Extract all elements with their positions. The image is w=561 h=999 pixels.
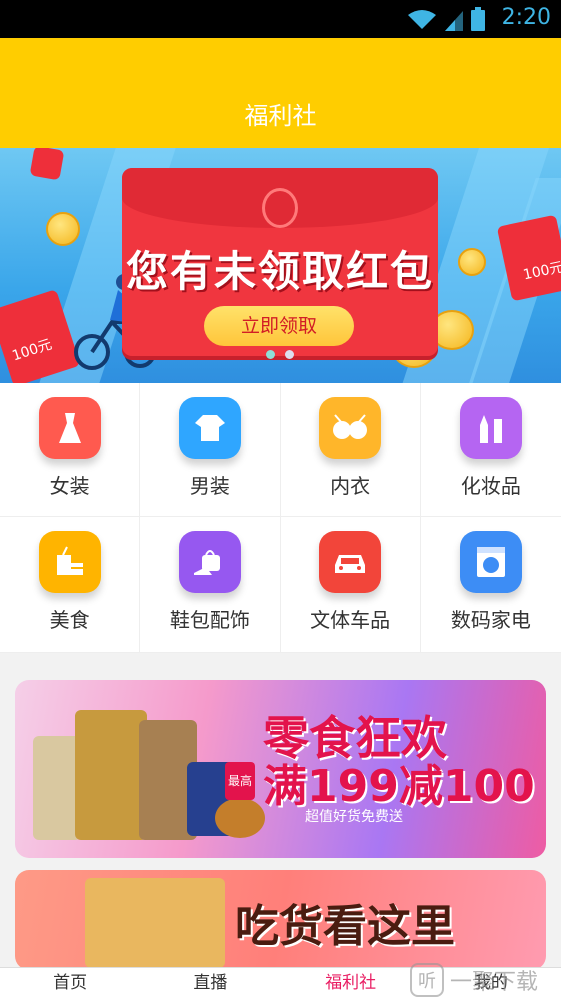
promo-badge: 最高: [225, 762, 255, 800]
car-icon: [319, 531, 382, 593]
fingerprint-icon: [262, 188, 298, 228]
top-mini-envelope: [29, 148, 65, 181]
category-men[interactable]: 男装: [140, 383, 281, 517]
category-food[interactable]: 美食: [0, 517, 141, 653]
watermark-logo-icon: 听: [410, 962, 444, 997]
page-title: 福利社: [244, 102, 317, 130]
product-bottle: [33, 736, 81, 840]
promo-deal: 满199减100: [263, 761, 535, 812]
header: 福利社: [0, 38, 561, 148]
product-boxes: [85, 878, 225, 968]
category-shoes-bags[interactable]: 鞋包配饰: [140, 517, 281, 653]
left-envelope-text: 100元: [10, 336, 54, 365]
status-time: 2:20: [501, 5, 551, 30]
promo-subtitle: 超值好货免费送: [305, 809, 403, 825]
tab-welfare[interactable]: 福利社: [281, 968, 421, 999]
tab-live[interactable]: 直播: [140, 968, 280, 999]
category-digital[interactable]: 数码家电: [420, 517, 561, 653]
product-bag: [75, 710, 147, 840]
bra-icon: [319, 397, 382, 459]
category-label: 化妆品: [460, 474, 521, 498]
category-label: 男装: [189, 474, 230, 498]
shoe-bag-icon: [178, 531, 241, 593]
claim-now-button[interactable]: 立即领取: [204, 306, 354, 346]
carousel-dot: [266, 350, 275, 359]
red-envelope: 您有未领取红包 立即领取: [122, 168, 438, 356]
category-label: 内衣: [330, 474, 371, 498]
category-label: 美食: [49, 608, 90, 632]
category-women[interactable]: 女装: [0, 383, 141, 517]
signal-icon: [445, 11, 463, 31]
washer-icon: [459, 531, 522, 593]
category-label: 文体车品: [310, 608, 391, 632]
watermark: 听 一聚下载: [404, 960, 561, 999]
category-label: 数码家电: [450, 608, 531, 632]
carousel-dot-active: [285, 350, 294, 359]
dress-icon: [38, 397, 101, 459]
foodie-banner[interactable]: 吃货看这里: [15, 870, 546, 970]
category-grid: 女装 男装 内衣 化妆品 美食 鞋包配饰 文体车品 数码家电: [0, 383, 561, 653]
snack-carnival-banner[interactable]: 零食狂欢 最高 满199减100 超值好货免费送: [15, 680, 546, 858]
category-label: 鞋包配饰: [169, 608, 250, 632]
cosmetics-icon: [459, 397, 522, 459]
right-envelope-text: 100元: [521, 259, 561, 284]
category-underwear[interactable]: 内衣: [280, 383, 421, 517]
shirt-icon: [178, 397, 241, 459]
carousel-indicator: [266, 350, 294, 359]
status-bar: 2:20: [0, 0, 561, 38]
category-label: 女装: [49, 474, 90, 498]
product-snack: [215, 798, 265, 838]
category-sports-auto[interactable]: 文体车品: [280, 517, 421, 653]
red-packet-banner[interactable]: 100元 100元 您有未领取红包 立即领取: [0, 148, 561, 383]
food-icon: [38, 531, 101, 593]
battery-icon: [471, 7, 485, 31]
category-cosmetics[interactable]: 化妆品: [420, 383, 561, 517]
banner-headline: 您有未领取红包: [125, 247, 434, 296]
coin-icon: [458, 248, 486, 276]
status-icons: [407, 7, 485, 31]
watermark-text: 一聚下载: [450, 969, 539, 995]
tab-home[interactable]: 首页: [0, 968, 140, 999]
promo-heading: 吃货看这里: [235, 901, 455, 952]
coin-icon: [46, 212, 80, 246]
wifi-icon: [408, 10, 436, 29]
